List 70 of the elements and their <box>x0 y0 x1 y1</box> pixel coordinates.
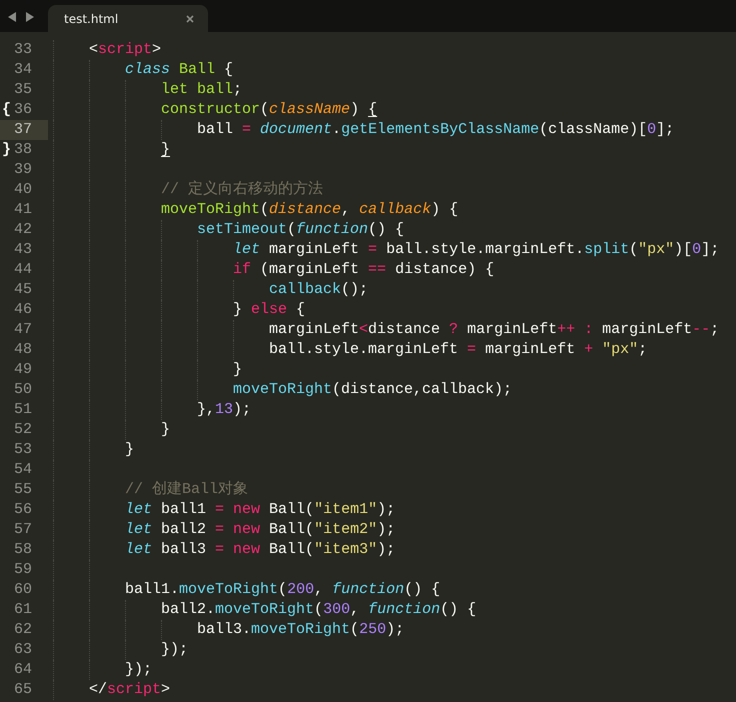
code-line: moveToRight(distance, callback) { <box>161 200 458 220</box>
line-number: 39 <box>14 160 32 180</box>
line-number: 61 <box>14 600 32 620</box>
line-number: 33 <box>14 40 32 60</box>
code-line: ball3.moveToRight(250); <box>197 620 404 640</box>
forward-arrow-icon[interactable] <box>25 12 34 22</box>
line-number: 56 <box>14 500 32 520</box>
code-line: } <box>161 420 170 440</box>
line-number: 47 <box>14 320 32 340</box>
bracket-marker: } <box>2 140 12 160</box>
file-tab[interactable]: test.html <box>48 5 208 32</box>
back-arrow-icon[interactable] <box>8 12 17 22</box>
line-number: 65 <box>14 680 32 700</box>
line-number: 38 <box>14 140 32 160</box>
line-number: 54 <box>14 460 32 480</box>
code-line: // 创建Ball对象 <box>125 480 248 500</box>
code-line: setTimeout(function() { <box>197 220 404 240</box>
line-number: 37 <box>14 120 32 140</box>
code-line: <script> <box>89 40 162 60</box>
code-line: </script> <box>89 680 170 700</box>
line-number: 53 <box>14 440 32 460</box>
line-number: 46 <box>14 300 32 320</box>
code-line: } <box>125 440 134 460</box>
bracket-marker: { <box>2 100 12 120</box>
line-number: 62 <box>14 620 32 640</box>
line-number: 35 <box>14 80 32 100</box>
code-line: marginLeft<distance ? marginLeft++ : marginLeft--; <box>269 320 720 340</box>
code-line: // 定义向右移动的方法 <box>161 180 324 200</box>
code-line: }); <box>161 640 188 660</box>
line-number: 36 <box>14 100 32 120</box>
code-line: let ball1 = new Ball("item1"); <box>125 500 396 520</box>
code-line: let ball3 = new Ball("item3"); <box>125 540 396 560</box>
line-number: 52 <box>14 420 32 440</box>
code-line: if (marginLeft == distance) { <box>233 260 494 280</box>
code-line: ball1.moveToRight(200, function() { <box>125 580 440 600</box>
line-number: 59 <box>14 560 32 580</box>
line-number: 64 <box>14 660 32 680</box>
code-line: }); <box>125 660 152 680</box>
tab-label: test.html <box>64 12 118 26</box>
line-number: 45 <box>14 280 32 300</box>
code-line: } <box>233 360 242 380</box>
line-number: 42 <box>14 220 32 240</box>
line-number: 41 <box>14 200 32 220</box>
code-line: ball = document.getElementsByClassName(className)[0]; <box>197 120 674 140</box>
line-number: 44 <box>14 260 32 280</box>
code-line: let marginLeft = ball.style.marginLeft.split("px")[0]; <box>233 240 720 260</box>
code-line: } <box>161 140 170 160</box>
line-number: 57 <box>14 520 32 540</box>
line-number: 48 <box>14 340 32 360</box>
code-line: moveToRight(distance,callback); <box>233 380 512 400</box>
line-number: 51 <box>14 400 32 420</box>
line-number: 49 <box>14 360 32 380</box>
line-number: 63 <box>14 640 32 660</box>
line-number: 55 <box>14 480 32 500</box>
code-line: } else { <box>233 300 306 320</box>
code-line: },13); <box>197 400 252 420</box>
close-icon[interactable] <box>186 14 194 22</box>
code-line: constructor(className) { <box>161 100 378 120</box>
line-number: 58 <box>14 540 32 560</box>
line-number: 34 <box>14 60 32 80</box>
code-line: ball.style.marginLeft = marginLeft + "px"; <box>269 340 648 360</box>
code-line: callback(); <box>269 280 368 300</box>
line-number: 43 <box>14 240 32 260</box>
code-line: let ball; <box>161 80 242 100</box>
line-number: 50 <box>14 380 32 400</box>
code-line: ball2.moveToRight(300, function() { <box>161 600 476 620</box>
line-number: 60 <box>14 580 32 600</box>
code-line: let ball2 = new Ball("item2"); <box>125 520 396 540</box>
code-line: class Ball { <box>125 60 234 80</box>
line-number: 40 <box>14 180 32 200</box>
